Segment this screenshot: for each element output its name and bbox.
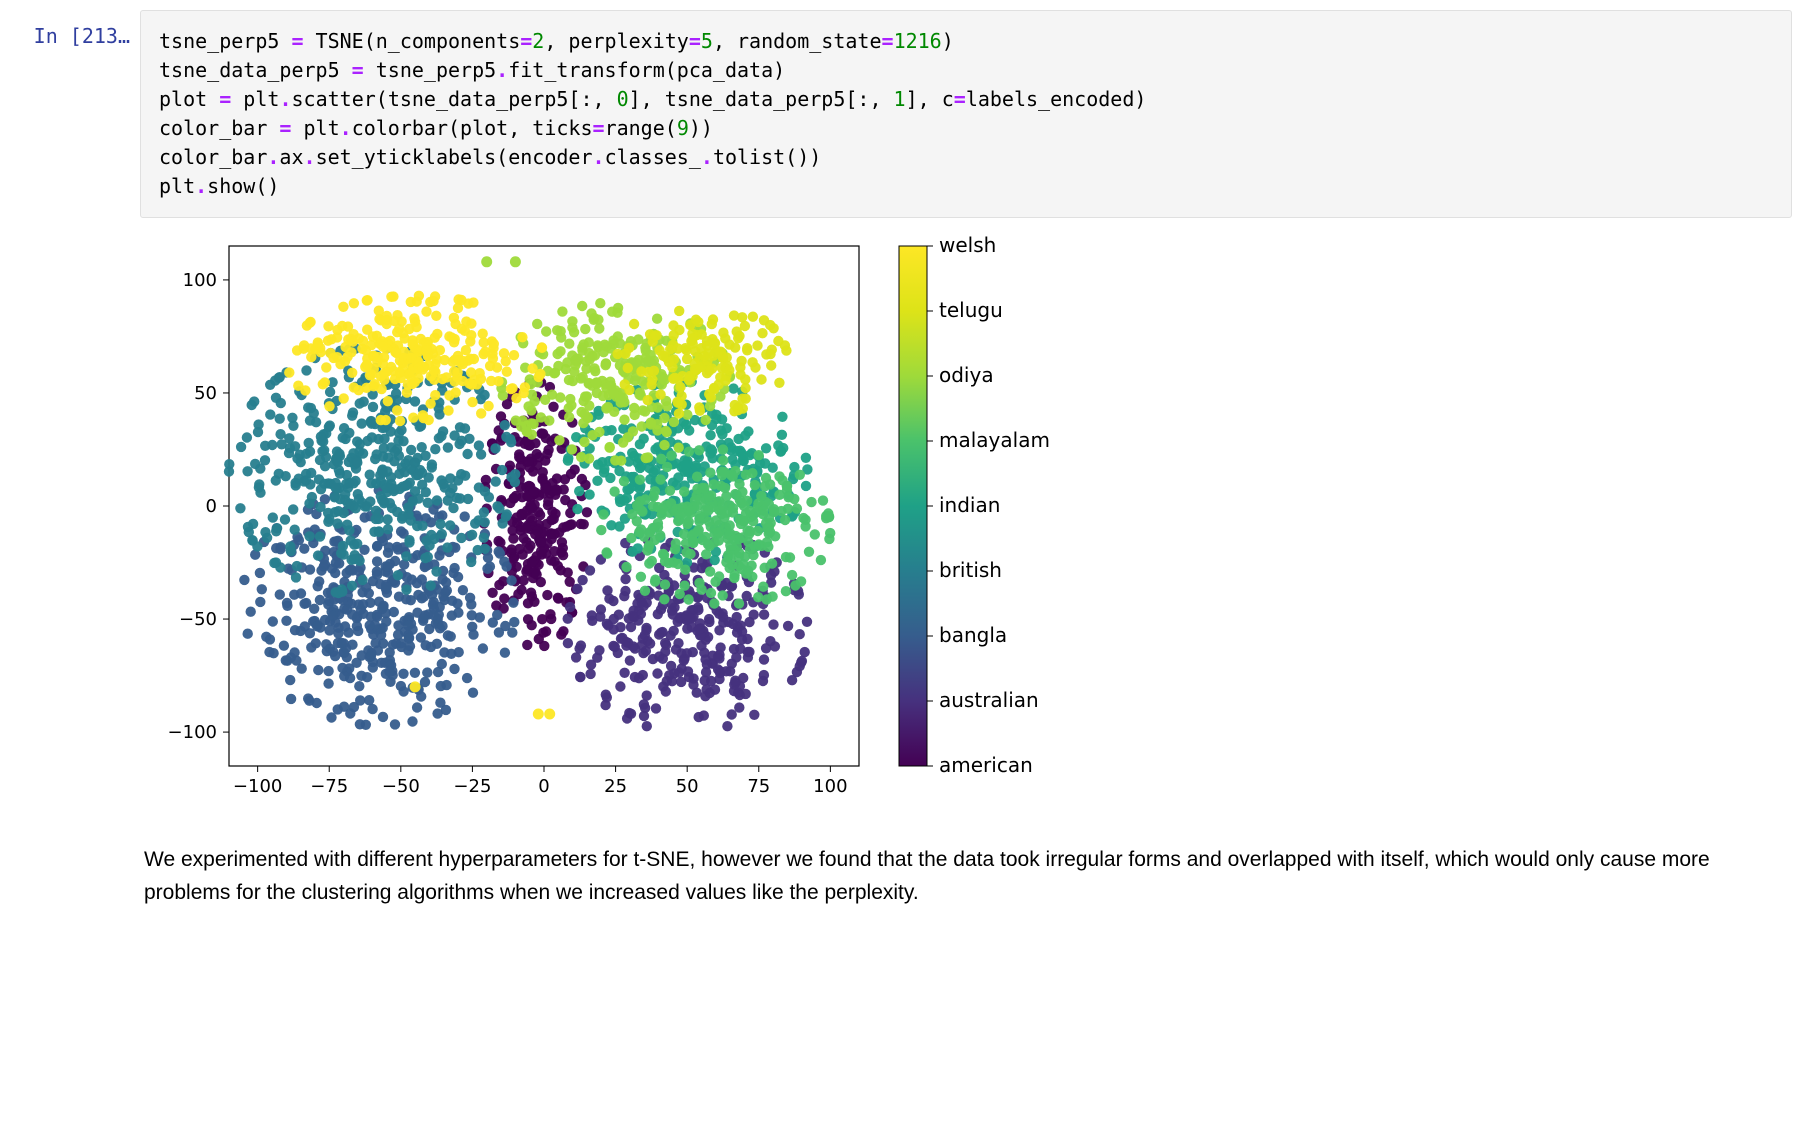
svg-text:american: american bbox=[939, 753, 1033, 777]
output-cell: −100 −75 −50 −25 0 25 50 75 100 −100 −50 0 50 100 we… bbox=[20, 230, 1792, 909]
code-block[interactable]: tsne_perp5 = TSNE(n_components=2, perple… bbox=[159, 27, 1773, 201]
svg-text:100: 100 bbox=[183, 270, 217, 291]
svg-text:25: 25 bbox=[604, 776, 627, 797]
svg-text:−100: −100 bbox=[168, 722, 217, 743]
code-input-area[interactable]: tsne_perp5 = TSNE(n_components=2, perple… bbox=[140, 10, 1792, 218]
svg-text:−75: −75 bbox=[310, 776, 348, 797]
colorbar bbox=[899, 246, 927, 766]
output-area: −100 −75 −50 −25 0 25 50 75 100 −100 −50 0 50 100 we… bbox=[140, 230, 1792, 909]
svg-text:british: british bbox=[939, 558, 1002, 582]
svg-text:indian: indian bbox=[939, 493, 1000, 517]
output-prompt bbox=[20, 230, 140, 244]
svg-text:−25: −25 bbox=[453, 776, 491, 797]
svg-text:50: 50 bbox=[676, 776, 699, 797]
svg-text:−100: −100 bbox=[233, 776, 282, 797]
markdown-paragraph: We experimented with different hyperpara… bbox=[144, 844, 1744, 909]
svg-text:100: 100 bbox=[813, 776, 847, 797]
plot-svg: −100 −75 −50 −25 0 25 50 75 100 −100 −50 0 50 100 we… bbox=[144, 236, 1094, 816]
scatter-points bbox=[224, 256, 836, 731]
svg-text:malayalam: malayalam bbox=[939, 428, 1050, 452]
input-prompt: In [213… bbox=[20, 10, 140, 48]
svg-text:50: 50 bbox=[194, 383, 217, 404]
svg-text:0: 0 bbox=[538, 776, 549, 797]
svg-text:welsh: welsh bbox=[939, 236, 996, 257]
y-ticks: −100 −50 0 50 100 bbox=[168, 270, 229, 743]
svg-text:−50: −50 bbox=[382, 776, 420, 797]
svg-text:−50: −50 bbox=[179, 609, 217, 630]
svg-text:0: 0 bbox=[206, 496, 217, 517]
x-ticks: −100 −75 −50 −25 0 25 50 75 100 bbox=[233, 766, 848, 797]
svg-text:telugu: telugu bbox=[939, 298, 1003, 322]
tsne-scatter-plot: −100 −75 −50 −25 0 25 50 75 100 −100 −50 0 50 100 we… bbox=[144, 236, 1094, 816]
svg-text:bangla: bangla bbox=[939, 623, 1007, 647]
svg-text:australian: australian bbox=[939, 688, 1039, 712]
svg-text:75: 75 bbox=[747, 776, 770, 797]
colorbar-ticks: welsh telugu odiya malayalam indian british ba… bbox=[927, 236, 1050, 777]
svg-text:odiya: odiya bbox=[939, 363, 994, 387]
code-cell: In [213… tsne_perp5 = TSNE(n_components=… bbox=[20, 10, 1792, 218]
